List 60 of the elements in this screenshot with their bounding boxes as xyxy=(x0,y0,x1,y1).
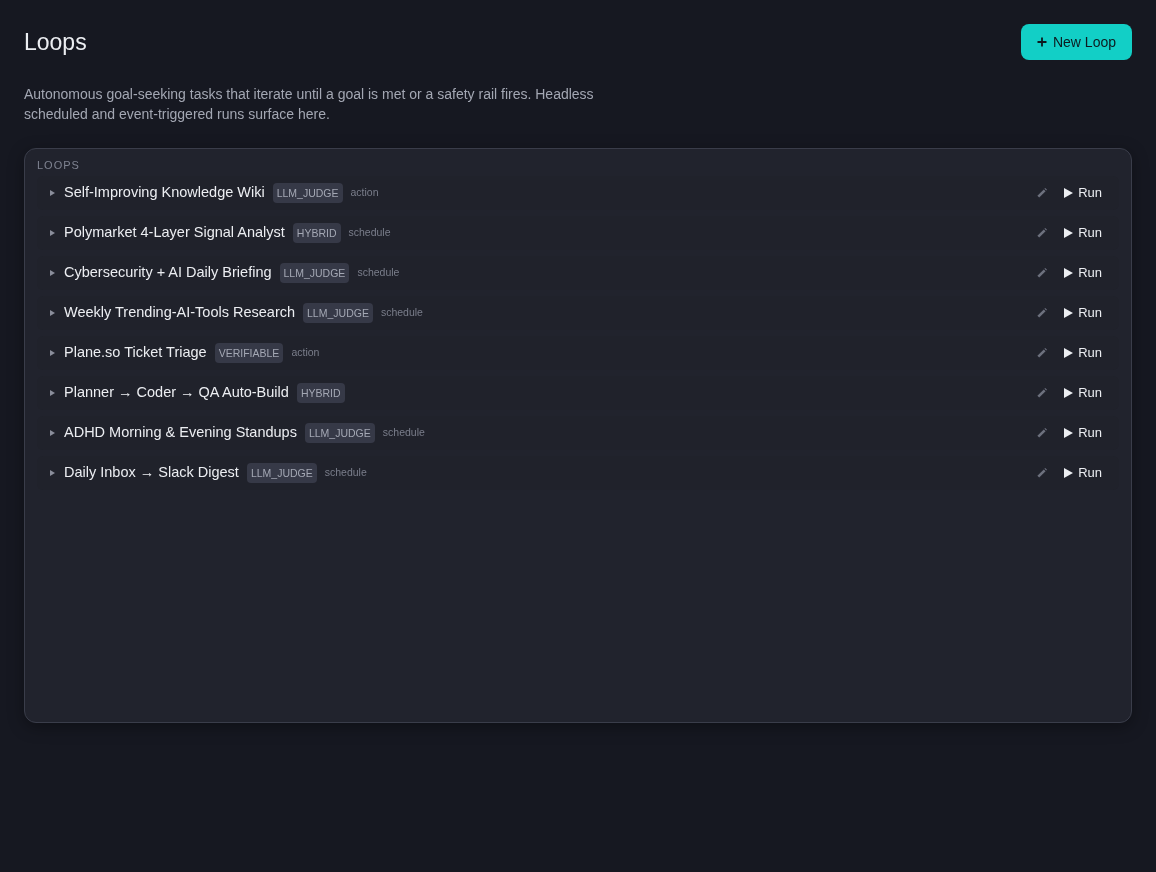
page-title: Loops xyxy=(24,28,87,57)
pencil-icon xyxy=(1037,388,1048,398)
mode-tag: LLM_JUDGE xyxy=(246,463,317,483)
loop-name: Plane.so Ticket Triage xyxy=(64,343,207,363)
play-icon xyxy=(1064,428,1074,438)
loop-name: ADHD Morning & Evening Standups xyxy=(64,423,297,443)
play-icon xyxy=(1064,388,1074,398)
trigger-text: schedule xyxy=(382,425,425,441)
trigger-text: schedule xyxy=(380,305,423,321)
description-text: Autonomous goal-seeking tasks that iterate until a goal is met or a safety rail fires. Headless scheduled and event-triggered runs surface here. xyxy=(24,85,595,124)
run-button[interactable]: Run xyxy=(1064,223,1102,243)
caret-icon[interactable] xyxy=(50,230,55,236)
trigger-text: action xyxy=(291,345,320,361)
caret-icon[interactable] xyxy=(50,470,55,476)
caret-icon[interactable] xyxy=(50,270,55,276)
loop-name: Self-Improving Knowledge Wiki xyxy=(64,183,265,203)
pencil-icon xyxy=(1037,188,1048,198)
caret-icon[interactable] xyxy=(50,390,55,396)
run-button[interactable]: Run xyxy=(1064,463,1102,483)
caret-icon[interactable] xyxy=(50,350,55,356)
loop-name: Planner → Coder → QA Auto-Build xyxy=(64,383,289,403)
pencil-icon xyxy=(1037,268,1048,278)
pencil-icon xyxy=(1037,308,1048,318)
loop-name: Cybersecurity + AI Daily Briefing xyxy=(64,263,272,283)
mode-tag: HYBRID xyxy=(292,223,341,243)
mode-tag: LLM_JUDGE xyxy=(279,263,350,283)
run-button[interactable]: Run xyxy=(1064,383,1102,403)
caret-icon[interactable] xyxy=(50,430,55,436)
pencil-icon xyxy=(1037,428,1048,438)
new-loop-button[interactable]: New Loop xyxy=(1020,24,1132,60)
trigger-text: schedule xyxy=(348,225,391,241)
pencil-icon xyxy=(1037,228,1048,238)
run-button[interactable]: Run xyxy=(1064,423,1102,443)
mode-tag: LLM_JUDGE xyxy=(272,183,343,203)
trigger-text: schedule xyxy=(324,465,367,481)
loop-name: Polymarket 4-Layer Signal Analyst xyxy=(64,223,285,243)
mode-tag: HYBRID xyxy=(296,383,345,403)
run-button[interactable]: Run xyxy=(1064,263,1102,283)
play-icon xyxy=(1064,308,1074,318)
caret-icon[interactable] xyxy=(50,190,55,196)
pencil-icon xyxy=(1037,468,1048,478)
play-icon xyxy=(1064,348,1074,358)
loop-name: Daily Inbox → Slack Digest xyxy=(64,463,239,483)
mode-tag: VERIFIABLE xyxy=(214,343,284,363)
caret-icon[interactable] xyxy=(50,310,55,316)
play-icon xyxy=(1064,268,1074,278)
run-button[interactable]: Run xyxy=(1064,343,1102,363)
play-icon xyxy=(1064,228,1074,238)
mode-tag: LLM_JUDGE xyxy=(304,423,375,443)
section-label: LOOPS xyxy=(37,158,81,172)
run-button[interactable]: Run xyxy=(1064,183,1102,203)
play-icon xyxy=(1064,188,1074,198)
pencil-icon xyxy=(1037,348,1048,358)
trigger-text: schedule xyxy=(357,265,400,281)
trigger-text: action xyxy=(350,185,379,201)
loop-name: Weekly Trending-AI-Tools Research xyxy=(64,303,296,323)
plus-icon xyxy=(1036,37,1047,47)
play-icon xyxy=(1064,468,1074,478)
run-button[interactable]: Run xyxy=(1064,303,1102,323)
mode-tag: LLM_JUDGE xyxy=(303,303,373,323)
